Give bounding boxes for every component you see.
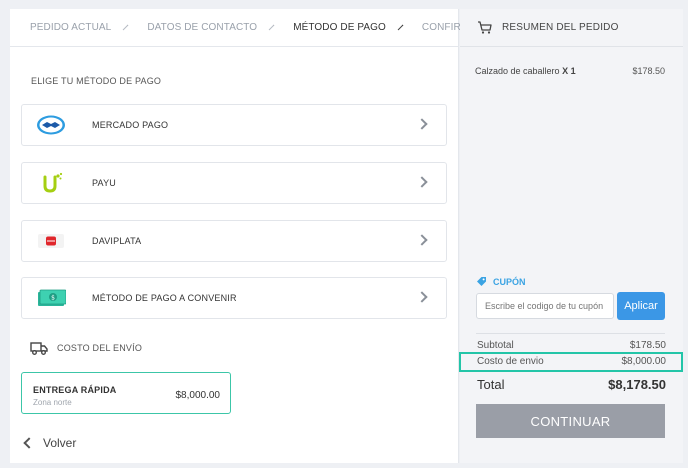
- payment-option-agreed[interactable]: $ MÉTODO DE PAGO A CONVENIR: [21, 277, 447, 319]
- order-item-row: Calzado de caballero X 1 $178.50: [475, 66, 665, 76]
- coupon-input[interactable]: [476, 293, 614, 319]
- payment-option-label: DAVIPLATA: [92, 236, 142, 246]
- chevron-right-icon: [416, 176, 428, 188]
- truck-icon: [30, 342, 48, 355]
- tag-icon: [477, 277, 486, 286]
- daviplata-logo-icon: [36, 230, 66, 252]
- payment-option-label: MERCADO PAGO: [92, 120, 169, 130]
- cash-icon: $: [36, 287, 66, 309]
- total-label: Total: [477, 377, 505, 392]
- coupon-label-text: CUPÓN: [493, 276, 526, 287]
- subtotal-label: Subtotal: [477, 340, 514, 351]
- chevron-right-icon: [122, 24, 129, 31]
- coupon-label: CUPÓN: [476, 276, 526, 287]
- shipping-option-price: $8,000.00: [175, 390, 221, 401]
- chevron-right-icon: [416, 291, 428, 303]
- chevron-right-icon: [416, 118, 428, 130]
- divider: [476, 333, 665, 334]
- cart-icon: [478, 21, 492, 34]
- payment-option-mercadopago[interactable]: MERCADO PAGO: [21, 104, 447, 146]
- order-summary-header: RESUMEN DEL PEDIDO: [460, 9, 683, 47]
- continue-button[interactable]: CONTINUAR: [476, 404, 665, 438]
- back-button[interactable]: Volver: [23, 436, 77, 450]
- breadcrumb-step-payment[interactable]: MÉTODO DE PAGO: [293, 22, 386, 33]
- subtotal-row: Subtotal $178.50: [477, 340, 666, 351]
- payment-option-label: PAYU: [92, 178, 116, 188]
- item-price: $178.50: [632, 66, 665, 76]
- order-summary-title: RESUMEN DEL PEDIDO: [502, 22, 619, 33]
- breadcrumb: PEDIDO ACTUAL DATOS DE CONTACTO MÉTODO D…: [10, 9, 501, 47]
- shipping-option-card[interactable]: ENTREGA RÁPIDA Zona norte $8,000.00: [21, 372, 231, 414]
- back-label: Volver: [43, 436, 77, 450]
- payu-logo-icon: [36, 172, 66, 194]
- checkout-main-panel: PEDIDO ACTUAL DATOS DE CONTACTO MÉTODO D…: [10, 9, 501, 463]
- svg-text:$: $: [51, 295, 55, 302]
- total-value: $8,178.50: [608, 377, 666, 392]
- mercadopago-logo-icon: [36, 114, 66, 136]
- shipping-option-name: ENTREGA RÁPIDA: [33, 385, 117, 395]
- apply-coupon-button[interactable]: Aplicar: [617, 292, 665, 320]
- payment-option-label: MÉTODO DE PAGO A CONVENIR: [92, 293, 237, 303]
- payment-option-payu[interactable]: PAYU: [21, 162, 447, 204]
- chevron-right-icon: [268, 24, 275, 31]
- breadcrumb-step-contact[interactable]: DATOS DE CONTACTO: [147, 22, 257, 33]
- breadcrumb-step-current-order[interactable]: PEDIDO ACTUAL: [30, 22, 111, 33]
- shipping-title-label: COSTO DEL ENVÍO: [57, 343, 143, 353]
- chevron-right-icon: [397, 24, 404, 31]
- item-name: Calzado de caballero: [475, 66, 560, 76]
- shipping-option-zone: Zona norte: [33, 398, 72, 407]
- shipping-section-title: COSTO DEL ENVÍO: [30, 341, 142, 355]
- chevron-left-icon: [23, 437, 35, 449]
- total-row: Total $8,178.50: [477, 377, 666, 392]
- shipping-cost-highlight: [459, 352, 683, 372]
- payment-option-daviplata[interactable]: DAVIPLATA: [21, 220, 447, 262]
- item-quantity: X 1: [562, 66, 576, 76]
- order-summary-panel: RESUMEN DEL PEDIDO Calzado de caballero …: [460, 9, 683, 463]
- payment-section-title: ELIGE TU MÉTODO DE PAGO: [31, 76, 162, 86]
- subtotal-value: $178.50: [629, 340, 666, 351]
- chevron-right-icon: [416, 234, 428, 246]
